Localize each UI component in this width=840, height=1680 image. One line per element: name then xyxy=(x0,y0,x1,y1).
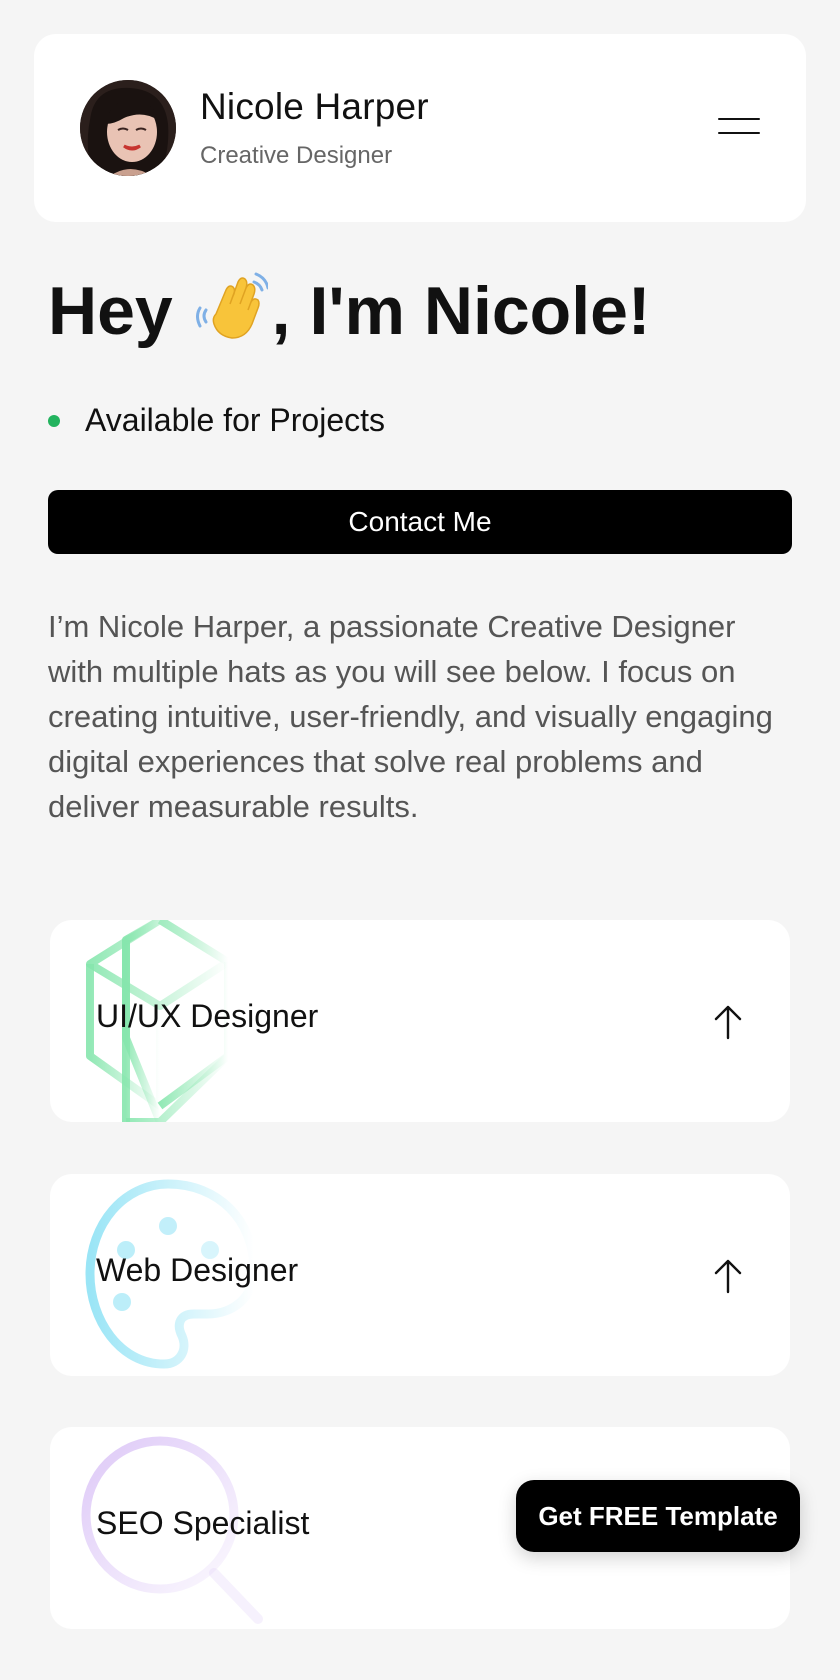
service-label: UI/UX Designer xyxy=(96,998,319,1034)
avatar xyxy=(80,80,176,176)
profile-name: Nicole Harper xyxy=(200,86,429,127)
status-text: Available for Projects xyxy=(85,402,385,438)
arrow-up-icon xyxy=(714,1005,742,1040)
hero-heading: Hey , I'm Nicole! xyxy=(48,270,651,351)
hamburger-menu-icon[interactable] xyxy=(718,112,760,140)
status-dot xyxy=(48,415,60,427)
get-free-template-button[interactable]: Get FREE Template xyxy=(516,1480,800,1552)
bio-text: I’m Nicole Harper, a passionate Creative… xyxy=(48,609,773,824)
hero-suffix: , I'm Nicole! xyxy=(271,273,651,349)
contact-me-button[interactable]: Contact Me xyxy=(48,490,792,554)
hero-prefix: Hey xyxy=(48,273,173,349)
arrow-up-icon xyxy=(714,1259,742,1294)
service-label: Web Designer xyxy=(96,1252,299,1288)
service-label: SEO Specialist xyxy=(96,1505,310,1541)
profile-header: Nicole Harper Creative Designer xyxy=(34,34,806,222)
profile-role: Creative Designer xyxy=(200,142,393,169)
service-card-web[interactable]: Web Designer xyxy=(50,1174,790,1376)
waving-hand-icon xyxy=(195,272,268,339)
service-card-ui-ux[interactable]: UI/UX Designer xyxy=(50,920,790,1122)
